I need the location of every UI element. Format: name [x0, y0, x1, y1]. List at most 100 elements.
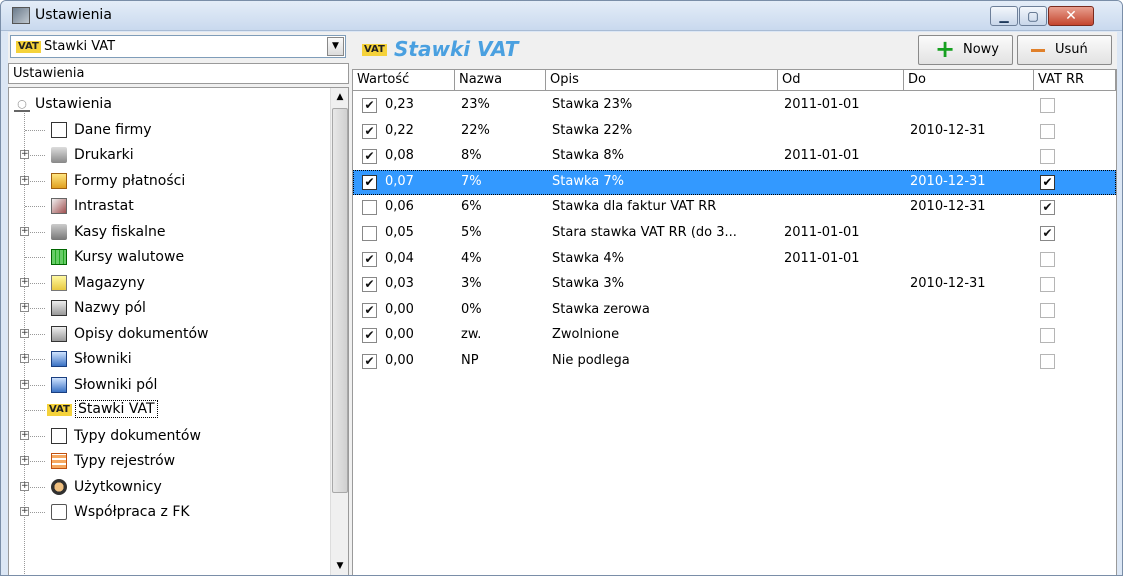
active-checkbox[interactable]: ✔ [362, 354, 377, 369]
table-row[interactable]: 0,05 5% Stara stawka VAT RR (do 3... 2011-0… [353, 221, 1116, 246]
vat-rr-checkbox[interactable]: ✔ [1040, 174, 1055, 190]
panel-title: Stawki VAT [394, 37, 519, 61]
expand-icon[interactable]: + [20, 226, 29, 236]
vat-rr-checkbox[interactable]: ✔ [1040, 200, 1055, 216]
vat-rates-grid[interactable]: Wartość Nazwa Opis Od Do VAT RR ✔ 0,23 23% Stawk… [352, 69, 1117, 575]
tree-item[interactable]: + Typy dokumentów [9, 424, 319, 449]
combo-dropdown-button[interactable]: ▼ [327, 37, 344, 56]
tree-item[interactable]: Intrastat [9, 194, 319, 219]
active-checkbox[interactable]: ✔ [362, 302, 377, 318]
scroll-up-icon[interactable]: ▲ [332, 89, 348, 106]
column-header[interactable]: Nazwa [455, 70, 546, 91]
name-cell: 0% [461, 301, 482, 317]
title-bar[interactable]: Ustawienia ▁ ▢ ✕ [1, 1, 1122, 31]
name-cell: 5% [461, 225, 482, 240]
tree-item[interactable]: + Magazyny [9, 271, 319, 296]
expand-icon[interactable]: + [20, 507, 29, 516]
vat-rr-checkbox[interactable] [1040, 123, 1055, 139]
tree-item[interactable]: + Słowniki [9, 347, 319, 372]
table-row[interactable]: ✔ 0,08 8% Stawka 8% 2011-01-01 [353, 144, 1116, 169]
expand-icon[interactable]: + [20, 379, 29, 389]
tree-item-label: Kasy fiskalne [74, 223, 166, 240]
tree-item[interactable]: Ustawienia [9, 92, 319, 117]
expand-icon[interactable]: + [20, 430, 29, 440]
tree-item-label: Współpraca z FK [74, 504, 190, 520]
description-cell: Stawka 7% [552, 173, 624, 189]
table-row[interactable]: 0,06 6% Stawka dla faktur VAT RR 2010-12-31… [353, 195, 1116, 220]
expand-icon[interactable]: + [20, 328, 29, 338]
expand-icon[interactable]: + [20, 456, 29, 465]
table-row[interactable]: ✔ 0,22 22% Stawka 22% 2010-12-31 [353, 119, 1116, 144]
active-checkbox[interactable] [362, 226, 377, 241]
scroll-down-icon[interactable]: ▼ [332, 558, 348, 575]
column-header[interactable]: Wartość [353, 70, 455, 91]
active-checkbox[interactable]: ✔ [362, 98, 377, 113]
active-checkbox[interactable]: ✔ [362, 328, 377, 344]
tree-item-label: Kursy walutowe [74, 249, 185, 265]
vat-rr-checkbox[interactable] [1040, 328, 1055, 344]
settings-tree[interactable]: Ustawienia Dane firmy + Drukarki + Formy płat… [8, 87, 349, 575]
table-row[interactable]: ✔ 0,00 0% Stawka zerowa [353, 298, 1116, 323]
value-cell: 0,00 [385, 327, 414, 343]
table-row[interactable]: ✔ 0,07 7% Stawka 7% 2010-12-31 ✔ [353, 169, 1116, 195]
grid-header: Wartość Nazwa Opis Od Do VAT RR [353, 70, 1116, 91]
expand-icon[interactable]: + [20, 175, 29, 185]
tree-item[interactable]: + Użytkownicy [9, 475, 319, 500]
delete-button[interactable]: Usuń [1017, 35, 1112, 65]
tree-item-label: Typy dokumentów [74, 427, 201, 444]
active-checkbox[interactable]: ✔ [362, 174, 377, 190]
table-row[interactable]: ✔ 0,23 23% Stawka 23% 2011-01-01 [353, 93, 1116, 118]
new-button[interactable]: + Nowy [918, 35, 1013, 65]
active-checkbox[interactable] [362, 200, 377, 216]
vat-rr-checkbox[interactable] [1040, 251, 1055, 267]
expand-icon[interactable]: + [20, 303, 29, 312]
chevron-down-icon: ▼ [332, 41, 339, 51]
close-button[interactable]: ✕ [1048, 6, 1094, 26]
name-cell: 22% [461, 122, 490, 138]
scroll-thumb[interactable] [332, 108, 348, 493]
expand-icon[interactable]: + [20, 481, 29, 491]
tree-item[interactable]: + Opisy dokumentów [9, 322, 319, 347]
table-row[interactable]: ✔ 0,03 3% Stawka 3% 2010-12-31 [353, 272, 1116, 297]
tree-item[interactable]: + Nazwy pól [9, 296, 319, 321]
expand-icon[interactable]: + [20, 277, 29, 287]
tree-item[interactable]: + Współpraca z FK [9, 500, 319, 525]
table-row[interactable]: ✔ 0,00 zw. Zwolnione [353, 323, 1116, 348]
tree-item[interactable]: + Typy rejestrów [9, 449, 319, 474]
tree-item[interactable]: + Drukarki [9, 143, 319, 168]
tree-item[interactable]: VAT Stawki VAT [9, 398, 319, 423]
tree-item[interactable]: + Słowniki pól [9, 373, 319, 398]
vat-rr-checkbox[interactable] [1040, 354, 1055, 369]
column-header[interactable]: Do [904, 70, 1034, 91]
column-header[interactable]: Opis [546, 70, 778, 91]
name-cell: 4% [461, 250, 482, 266]
tree-scrollbar[interactable]: ▲ ▼ [330, 88, 348, 575]
column-header[interactable]: VAT RR [1034, 70, 1116, 91]
active-checkbox[interactable]: ✔ [362, 123, 377, 139]
fk-cooperation-icon [51, 504, 67, 520]
vat-rr-checkbox[interactable] [1040, 277, 1055, 293]
vat-rr-checkbox[interactable]: ✔ [1040, 226, 1055, 241]
active-checkbox[interactable]: ✔ [362, 251, 377, 267]
expand-icon[interactable]: + [20, 150, 29, 159]
section-combo[interactable]: VAT Stawki VAT ▼ [10, 35, 346, 58]
expand-icon[interactable]: + [20, 354, 29, 363]
active-checkbox[interactable]: ✔ [362, 277, 377, 293]
vat-rr-checkbox[interactable] [1040, 98, 1055, 113]
minimize-button[interactable]: ▁ [990, 6, 1018, 26]
column-header[interactable]: Od [778, 70, 904, 91]
value-cell: 0,00 [385, 301, 414, 317]
maximize-button[interactable]: ▢ [1019, 6, 1047, 26]
from-date-cell: 2011-01-01 [784, 250, 860, 266]
tree-connector-line [25, 206, 45, 207]
tree-item[interactable]: Kursy walutowe [9, 245, 319, 270]
tree-item-label: Słowniki [74, 351, 132, 367]
tree-item[interactable]: + Kasy fiskalne [9, 220, 319, 245]
table-row[interactable]: ✔ 0,04 4% Stawka 4% 2011-01-01 [353, 247, 1116, 272]
active-checkbox[interactable]: ✔ [362, 149, 377, 165]
tree-item[interactable]: + Formy płatności [9, 169, 319, 194]
vat-rr-checkbox[interactable] [1040, 149, 1055, 165]
tree-item[interactable]: Dane firmy [9, 118, 319, 143]
table-row[interactable]: ✔ 0,00 NP Nie podlega [353, 349, 1116, 374]
vat-rr-checkbox[interactable] [1040, 302, 1055, 318]
